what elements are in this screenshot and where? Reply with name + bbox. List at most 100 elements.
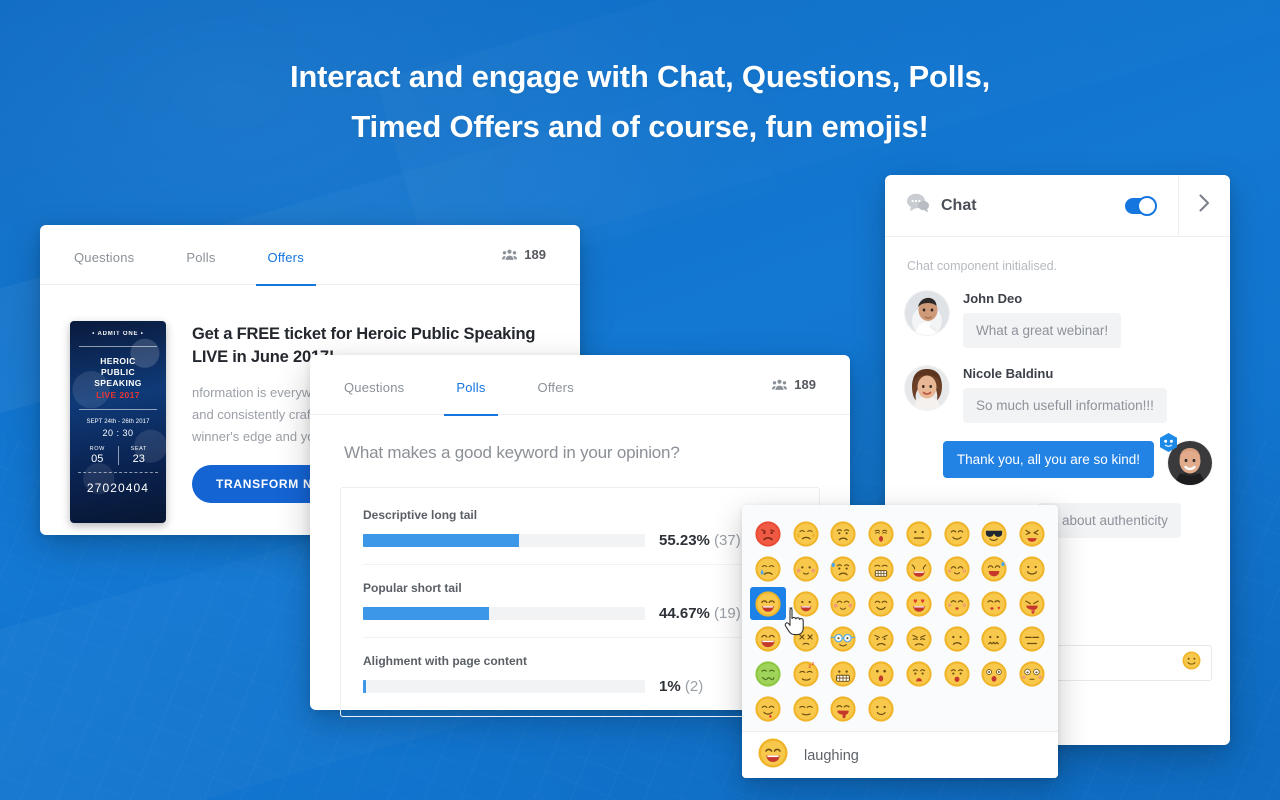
emoji-crying[interactable] — [788, 517, 824, 550]
emoji-neutral[interactable] — [901, 517, 937, 550]
chat-enable-toggle[interactable] — [1125, 195, 1157, 216]
chat-message-in-partial: rt about authenticity — [1037, 503, 1212, 538]
smiley-icon[interactable] — [1182, 651, 1201, 675]
emoji-anguished[interactable] — [901, 657, 937, 690]
emoji-smirk[interactable] — [939, 517, 975, 550]
emoji-sad[interactable] — [826, 517, 862, 550]
emoji-surprised[interactable] — [863, 657, 899, 690]
poll-bar-line: 55.23% (37) — [363, 532, 797, 549]
emoji-sweat-sad[interactable] — [826, 552, 862, 585]
emoji-kissing[interactable] — [939, 587, 975, 620]
emoji-cool[interactable] — [977, 517, 1013, 550]
poll-bar-track — [363, 607, 645, 620]
chat-status-text: Chat component initialised. — [907, 259, 1058, 273]
emoji-sweat-laugh[interactable] — [977, 552, 1013, 585]
emoji-frustrated[interactable] — [901, 622, 937, 655]
chat-message-in: John Deo What a great webinar! — [905, 291, 1212, 348]
poll-bar-track — [363, 534, 645, 547]
poll-bar-line: 1% (2) — [363, 678, 797, 695]
poll-bar-line: 44.67% (19) — [363, 605, 797, 622]
emoji-sleeping[interactable]: zZ — [788, 657, 824, 690]
emoji-angry[interactable] — [750, 517, 786, 550]
tab-questions[interactable]: Questions — [344, 355, 404, 415]
emoji-dead[interactable] — [788, 622, 824, 655]
emoji-grid: zZ — [742, 505, 1058, 731]
emoji-shocked[interactable] — [863, 517, 899, 550]
poll-option-label: Popular short tail — [363, 581, 462, 595]
chat-message-in: Nicole Baldinu So much usefull informati… — [905, 366, 1212, 423]
poll-percent: 44.67% — [659, 605, 710, 622]
ticket-live-year: LIVE 2017 — [96, 390, 140, 400]
emoji-kiss-heart[interactable] — [977, 587, 1013, 620]
offer-ticket-image: • ADMIT ONE • HEROIC PUBLIC SPEAKING LIV… — [70, 321, 166, 523]
emoji-distressed[interactable] — [1014, 517, 1050, 550]
people-group-icon — [772, 379, 788, 391]
emoji-shy[interactable] — [826, 587, 862, 620]
emoji-happy-closed[interactable] — [939, 552, 975, 585]
headline-line-2: Timed Offers and of course, fun emojis! — [351, 109, 929, 144]
ticket-admit-one: • ADMIT ONE • — [92, 331, 144, 337]
emoji-tear[interactable] — [750, 552, 786, 585]
emoji-astonished[interactable] — [977, 657, 1013, 690]
emoji-tongue-out[interactable] — [1014, 587, 1050, 620]
tab-offers[interactable]: Offers — [255, 225, 317, 286]
poll-bar-fill — [363, 680, 367, 693]
poll-result-row: Descriptive long tail 55.23% (37) — [363, 492, 797, 565]
ticket-row-label: ROW — [89, 446, 105, 452]
tab-questions[interactable]: Questions — [74, 225, 134, 285]
ticket-seat-value: 23 — [132, 453, 145, 465]
emoji-confused[interactable] — [939, 622, 975, 655]
chat-bubble-icon — [907, 193, 929, 218]
chat-expand-button[interactable] — [1178, 174, 1230, 237]
chat-title-wrap: Chat — [885, 193, 1125, 218]
poll-value: 44.67% (19) — [659, 605, 741, 622]
emoji-heart-eyes[interactable] — [901, 587, 937, 620]
tab-polls[interactable]: Polls — [186, 225, 215, 285]
people-group-icon — [502, 249, 518, 261]
polls-tab-bar: Questions Polls Offers 189 — [310, 355, 850, 416]
ticket-seat-label: SEAT — [130, 446, 147, 452]
poll-question: What makes a good keyword in your opinio… — [344, 443, 680, 462]
emoji-nerd[interactable] — [826, 622, 862, 655]
emoji-blushing[interactable] — [788, 552, 824, 585]
emoji-big-laugh[interactable] — [750, 622, 786, 655]
emoji-teeth-grin[interactable] — [826, 657, 862, 690]
avatar-nicole — [905, 366, 949, 410]
verified-hex-badge — [1160, 433, 1177, 452]
chevron-right-icon — [1199, 194, 1210, 217]
emoji-nervous[interactable] — [977, 622, 1013, 655]
attendee-count: 189 — [772, 377, 816, 392]
poll-value: 55.23% (37) — [659, 532, 741, 549]
poll-option-label: Alighment with page content — [363, 654, 527, 668]
emoji-content[interactable] — [863, 587, 899, 620]
emoji-yummy[interactable] — [750, 692, 786, 725]
page-headline: Interact and engage with Chat, Questions… — [0, 52, 1280, 152]
emoji-preview-label: laughing — [804, 747, 859, 764]
emoji-slight-smile[interactable] — [1014, 552, 1050, 585]
ticket-row-seat: ROW 05 SEAT 23 — [77, 446, 159, 465]
emoji-expressionless[interactable] — [1014, 622, 1050, 655]
emoji-worried[interactable] — [863, 622, 899, 655]
emoji-calm[interactable] — [863, 692, 899, 725]
emoji-scared[interactable] — [939, 657, 975, 690]
avatar-john — [905, 291, 949, 335]
emoji-wide-eyed[interactable] — [1014, 657, 1050, 690]
poll-percent: 1% — [659, 678, 681, 695]
emoji-preview-icon — [758, 738, 788, 773]
emoji-playful[interactable] — [826, 692, 862, 725]
poll-result-row: Alighment with page content 1% (2) — [363, 638, 797, 710]
emoji-sick[interactable] — [750, 657, 786, 690]
emoji-grimacing[interactable] — [863, 552, 899, 585]
emoji-laughing[interactable] — [750, 587, 786, 620]
chat-header: Chat — [885, 174, 1230, 237]
emoji-unamused[interactable] — [788, 692, 824, 725]
poll-count: (19) — [709, 605, 741, 622]
poll-count: (37) — [709, 532, 741, 549]
tab-polls[interactable]: Polls — [444, 355, 498, 416]
attendee-count-value: 189 — [794, 377, 816, 392]
toggle-knob — [1137, 195, 1157, 216]
ticket-code: 27020404 — [86, 481, 150, 495]
emoji-dizzy-laugh[interactable] — [901, 552, 937, 585]
emoji-open-smile[interactable] — [788, 587, 824, 620]
tab-offers[interactable]: Offers — [538, 355, 574, 415]
